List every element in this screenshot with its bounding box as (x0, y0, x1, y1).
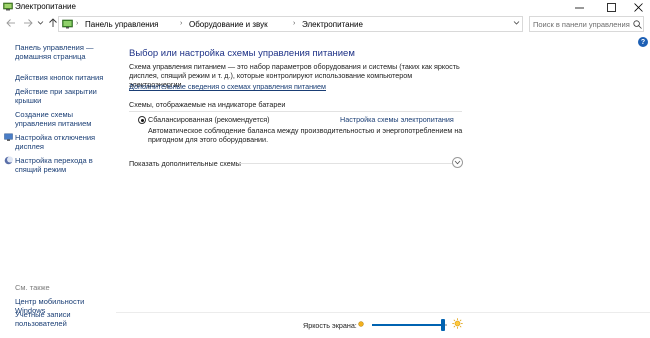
show-more-divider (240, 163, 452, 164)
see-also-heading: См. также (15, 283, 50, 292)
title-bar: Электропитание (0, 0, 650, 14)
brightness-label: Яркость экрана: (303, 321, 357, 330)
sidebar-item-power-buttons[interactable]: Действия кнопок питания (15, 73, 115, 82)
address-history-button[interactable] (511, 17, 521, 29)
close-button[interactable] (624, 0, 650, 14)
sidebar-item-sleep[interactable]: Настройка перехода в спящий режим (15, 156, 107, 174)
recent-locations-button[interactable] (36, 17, 44, 29)
sidebar: Панель управления — домашняя страница Де… (0, 33, 118, 338)
search-field[interactable]: Поиск в панели управления (529, 16, 644, 32)
help-button[interactable]: ? (638, 37, 648, 47)
plan-description: Автоматическое соблюдение баланса между … (148, 126, 463, 144)
close-icon (633, 2, 643, 12)
plan-radio-balanced[interactable] (138, 116, 146, 124)
plan-settings-link[interactable]: Настройка схемы электропитания (340, 115, 454, 124)
breadcrumb-separator-icon: › (293, 20, 296, 27)
display-icon (4, 133, 13, 142)
breadcrumb-control-panel[interactable]: Панель управления (85, 20, 159, 29)
minimize-icon (574, 7, 584, 8)
search-placeholder: Поиск в панели управления (533, 20, 630, 29)
maximize-icon (606, 2, 616, 12)
chevron-down-icon (454, 160, 461, 165)
page-title: Выбор или настройка схемы управления пит… (129, 48, 355, 59)
more-info-link[interactable]: Дополнительные сведения о схемах управле… (129, 82, 326, 91)
sidebar-item-control-panel-home[interactable]: Панель управления — домашняя страница (15, 43, 107, 61)
chevron-down-icon (513, 21, 519, 25)
sun-dim-icon (357, 320, 365, 328)
footer-divider (116, 312, 650, 313)
breadcrumb-separator-icon: › (76, 20, 79, 27)
brightness-slider-fill (372, 324, 444, 326)
maximize-button[interactable] (597, 0, 625, 14)
show-more-plans-label[interactable]: Показать дополнительные схемы (129, 159, 241, 168)
search-icon (633, 20, 642, 29)
expand-plans-button[interactable] (452, 157, 463, 168)
sidebar-item-display-off[interactable]: Настройка отключения дисплея (15, 133, 107, 151)
plans-group-title: Схемы, отображаемые на индикаторе батаре… (129, 100, 286, 109)
address-bar[interactable]: › Панель управления › Оборудование и зву… (58, 16, 523, 32)
question-mark-icon: ? (640, 38, 646, 46)
address-toolbar: › Панель управления › Оборудование и зву… (0, 14, 650, 33)
control-panel-icon (62, 19, 73, 29)
window-title: Электропитание (15, 2, 76, 11)
breadcrumb-separator-icon: › (180, 20, 183, 27)
sun-bright-icon (452, 318, 463, 329)
power-options-icon (3, 2, 13, 11)
group-divider (129, 111, 462, 112)
sidebar-item-lid-close[interactable]: Действие при закрытии крышки (15, 87, 107, 105)
brightness-slider[interactable] (372, 324, 447, 326)
back-button[interactable] (5, 17, 17, 29)
chevron-down-icon (37, 21, 43, 25)
sidebar-item-user-accounts[interactable]: Учетные записи пользователей (15, 310, 95, 328)
moon-sleep-icon (4, 156, 13, 165)
breadcrumb-hardware-sound[interactable]: Оборудование и звук (189, 20, 268, 29)
minimize-button[interactable] (565, 0, 593, 14)
breadcrumb-power-options[interactable]: Электропитание (302, 20, 363, 29)
arrow-up-icon (49, 18, 57, 27)
arrow-right-icon (24, 19, 33, 27)
plan-name-balanced[interactable]: Сбалансированная (рекомендуется) (148, 115, 270, 124)
sidebar-item-create-plan[interactable]: Создание схемы управления питанием (15, 110, 115, 128)
forward-button[interactable] (22, 17, 34, 29)
brightness-slider-thumb[interactable] (441, 319, 446, 331)
arrow-left-icon (6, 19, 15, 27)
